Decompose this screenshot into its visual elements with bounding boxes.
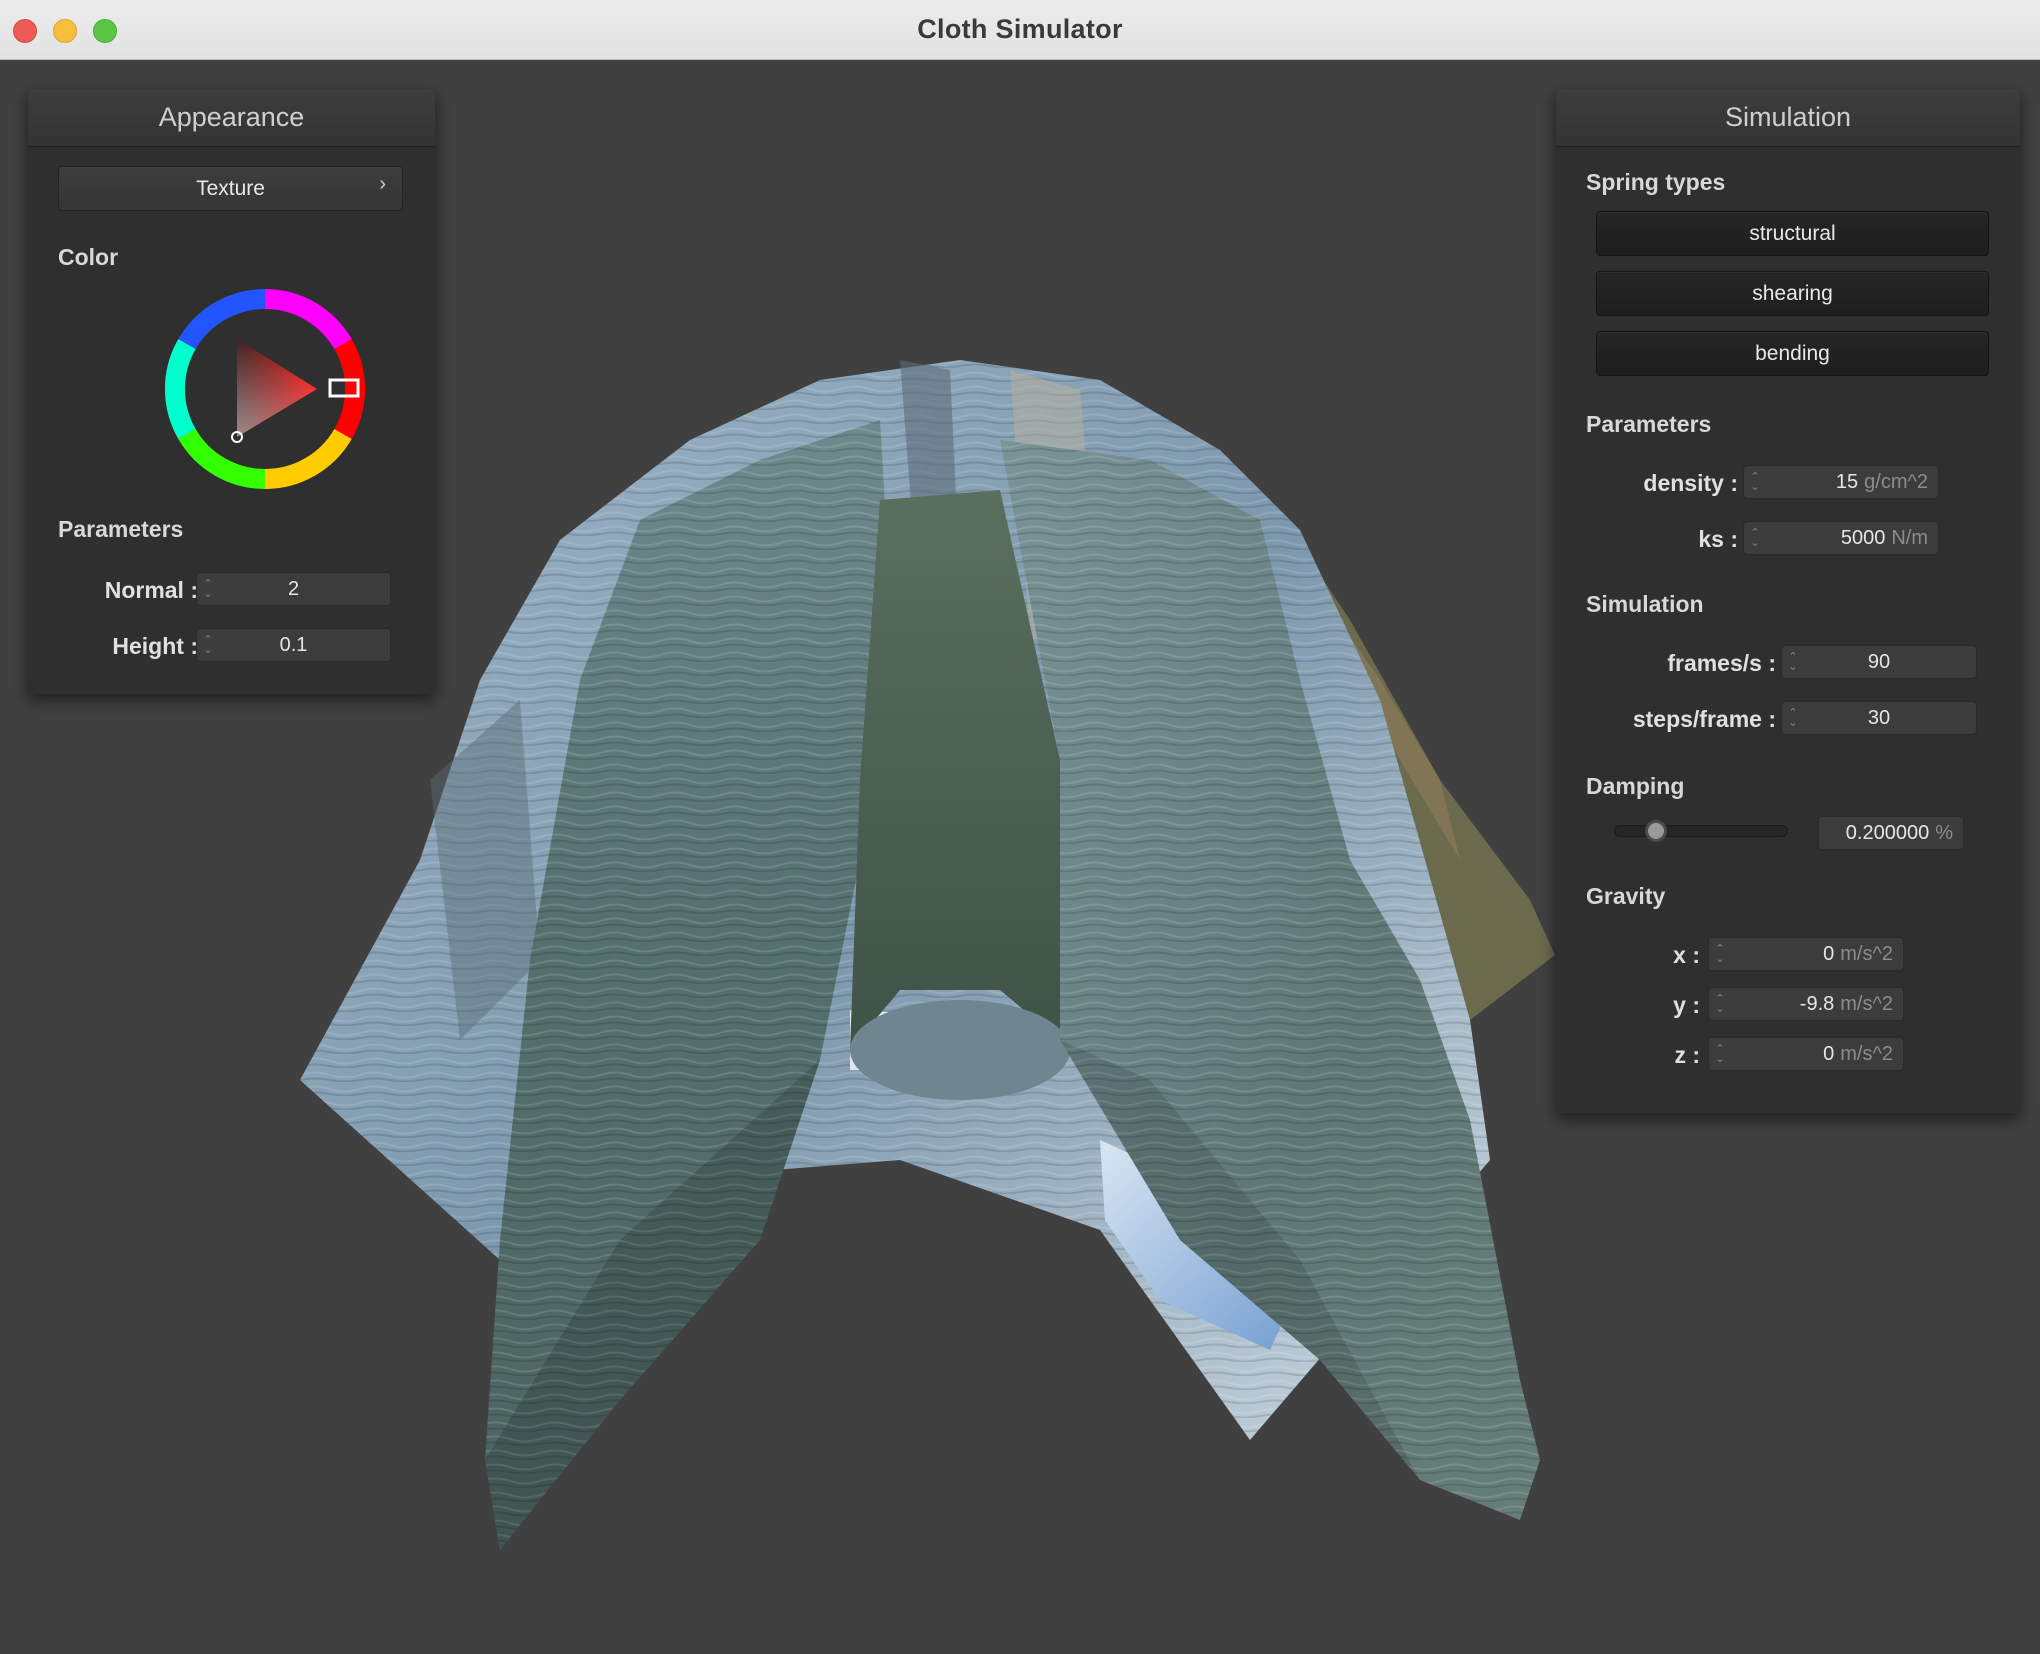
window-titlebar: Cloth Simulator: [0, 0, 2040, 60]
gravity-y-input[interactable]: ⌃ ⌄ -9.8 m/s^2: [1708, 987, 1904, 1021]
appearance-panel-title[interactable]: Appearance: [28, 89, 435, 147]
zoom-icon[interactable]: [93, 19, 117, 43]
damping-slider-handle[interactable]: [1645, 820, 1667, 842]
sim-parameters-label: Parameters: [1586, 411, 1712, 437]
ks-value: 5000: [1840, 526, 1886, 549]
fps-label: frames/s :: [1667, 650, 1776, 676]
shearing-label: shearing: [1752, 281, 1833, 305]
height-input[interactable]: ⌃ ⌄ 0.1: [196, 628, 391, 662]
fps-input[interactable]: ⌃ ⌄ 90: [1781, 645, 1977, 679]
normal-label: Normal :: [104, 577, 198, 603]
ks-unit: N/m: [1891, 526, 1928, 549]
gravity-z-label: z :: [1674, 1042, 1700, 1068]
normal-input[interactable]: ⌃ ⌄ 2: [196, 572, 391, 606]
shearing-button[interactable]: shearing: [1596, 271, 1989, 316]
color-label: Color: [58, 244, 119, 270]
gravity-y-label: y :: [1673, 992, 1700, 1018]
appearance-panel: Appearance Texture › Color Parameters No…: [28, 89, 435, 694]
density-unit: g/cm^2: [1864, 470, 1928, 493]
ks-label: ks :: [1698, 526, 1738, 552]
fps-value: 90: [1867, 650, 1891, 673]
damping-value: 0.200000: [1845, 821, 1930, 844]
bending-button[interactable]: bending: [1596, 331, 1989, 376]
spinner-arrows-icon[interactable]: ⌃ ⌄: [197, 579, 219, 600]
gravity-z-input[interactable]: ⌃ ⌄ 0 m/s^2: [1708, 1037, 1904, 1071]
spring-types-label: Spring types: [1586, 169, 1726, 195]
gravity-label: Gravity: [1586, 883, 1666, 909]
appearance-parameters-label: Parameters: [58, 516, 184, 542]
normal-value: 2: [287, 577, 300, 600]
minimize-icon[interactable]: [53, 19, 77, 43]
density-label: density :: [1643, 470, 1738, 496]
height-label: Height :: [112, 633, 198, 659]
texture-button-label: Texture: [196, 176, 265, 200]
gravity-z-value: 0: [1823, 1042, 1835, 1065]
chevron-right-icon: ›: [379, 173, 386, 195]
gravity-y-value: -9.8: [1799, 992, 1835, 1015]
steps-value: 30: [1867, 706, 1891, 729]
close-icon[interactable]: [13, 19, 37, 43]
gravity-x-value: 0: [1823, 942, 1835, 965]
damping-label: Damping: [1586, 773, 1685, 799]
height-value: 0.1: [279, 633, 308, 656]
simulation-section-label: Simulation: [1586, 591, 1704, 617]
texture-button[interactable]: Texture ›: [58, 166, 403, 211]
structural-button[interactable]: structural: [1596, 211, 1989, 256]
density-value: 15: [1835, 470, 1859, 493]
gravity-x-label: x :: [1673, 942, 1700, 968]
gravity-y-unit: m/s^2: [1840, 992, 1893, 1015]
spinner-arrows-icon[interactable]: ⌃ ⌄: [1709, 944, 1731, 965]
spinner-arrows-icon[interactable]: ⌃ ⌄: [1782, 708, 1804, 729]
window-title: Cloth Simulator: [917, 14, 1123, 44]
density-input[interactable]: ⌃ ⌄ 15 g/cm^2: [1743, 465, 1939, 499]
color-wheel-icon[interactable]: [165, 289, 365, 489]
damping-input[interactable]: 0.200000 %: [1818, 816, 1964, 850]
damping-unit: %: [1935, 821, 1953, 844]
damping-slider[interactable]: [1614, 820, 1788, 842]
steps-label: steps/frame :: [1632, 706, 1776, 732]
bending-label: bending: [1755, 341, 1830, 365]
gravity-x-unit: m/s^2: [1840, 942, 1893, 965]
spinner-arrows-icon[interactable]: ⌃ ⌄: [1744, 528, 1766, 549]
spinner-arrows-icon[interactable]: ⌃ ⌄: [197, 635, 219, 656]
simulation-panel: Simulation Spring types structural shear…: [1556, 89, 2020, 1113]
steps-input[interactable]: ⌃ ⌄ 30: [1781, 701, 1977, 735]
spinner-arrows-icon[interactable]: ⌃ ⌄: [1709, 1044, 1731, 1065]
spinner-arrows-icon[interactable]: ⌃ ⌄: [1744, 472, 1766, 493]
structural-label: structural: [1749, 221, 1836, 245]
spinner-arrows-icon[interactable]: ⌃ ⌄: [1709, 994, 1731, 1015]
simulation-panel-title[interactable]: Simulation: [1556, 89, 2020, 147]
gravity-z-unit: m/s^2: [1840, 1042, 1893, 1065]
gravity-x-input[interactable]: ⌃ ⌄ 0 m/s^2: [1708, 937, 1904, 971]
ks-input[interactable]: ⌃ ⌄ 5000 N/m: [1743, 521, 1939, 555]
spinner-arrows-icon[interactable]: ⌃ ⌄: [1782, 652, 1804, 673]
